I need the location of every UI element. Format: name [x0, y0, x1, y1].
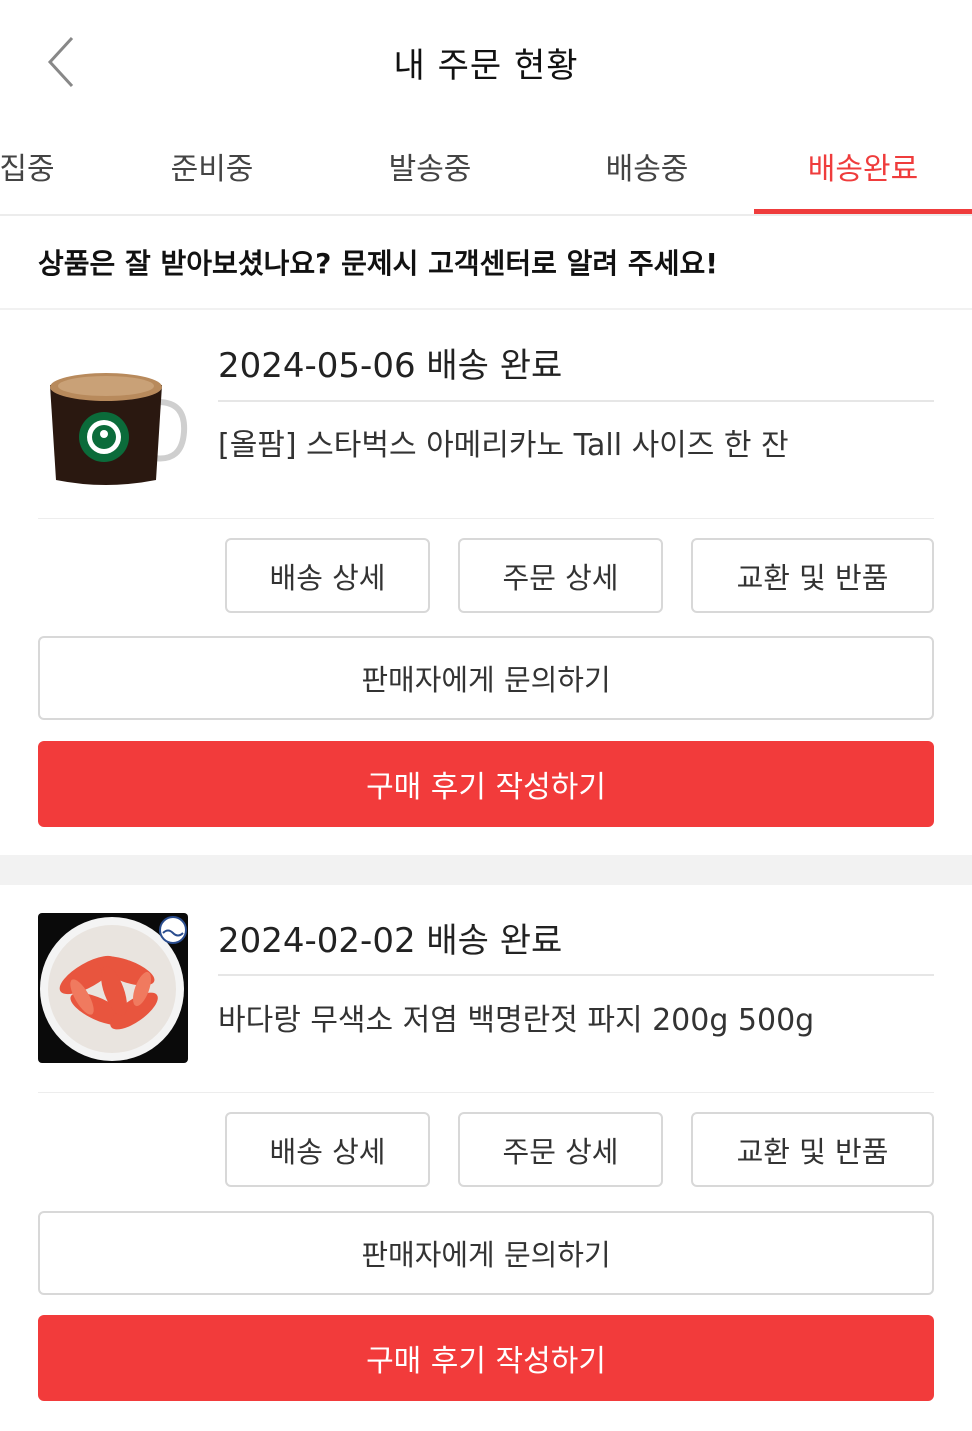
delivery-notice: 상품은 잘 받아보셨나요? 문제시 고객센터로 알려 주세요! — [0, 216, 972, 310]
contact-seller-button[interactable]: 판매자에게 문의하기 — [38, 1211, 934, 1295]
status-tabs: 집중 준비중 발송중 배송중 배송완료 — [0, 118, 972, 216]
divider — [218, 400, 934, 402]
section-separator — [0, 855, 972, 885]
page-title: 내 주문 현황 — [393, 46, 579, 86]
order-date-status: 2024-05-06 배송 완료 — [218, 346, 563, 386]
tab-dispatching[interactable]: 발송중 — [368, 118, 492, 214]
write-review-button[interactable]: 구매 후기 작성하기 — [38, 741, 934, 827]
order-detail-button[interactable]: 주문 상세 — [458, 538, 663, 613]
active-tab-indicator — [754, 209, 972, 214]
order-card: 2024-02-02 배송 완료 바다랑 무색소 저염 백명란젓 파지 200g… — [0, 885, 972, 1431]
pollock-roe-thumbnail[interactable] — [38, 913, 188, 1063]
divider — [218, 974, 934, 976]
product-name[interactable]: 바다랑 무색소 저염 백명란젓 파지 200g 500g — [218, 995, 814, 1039]
tab-delivered[interactable]: 배송완료 — [754, 118, 972, 214]
delivery-detail-button[interactable]: 배송 상세 — [225, 1112, 430, 1187]
tab-collecting[interactable]: 집중 — [0, 118, 72, 214]
order-date-status: 2024-02-02 배송 완료 — [218, 921, 563, 961]
product-name[interactable]: [올팜] 스타벅스 아메리카노 Tall 사이즈 한 잔 — [218, 420, 789, 464]
delivery-detail-button[interactable]: 배송 상세 — [225, 538, 430, 613]
coffee-mug-thumbnail[interactable] — [38, 340, 188, 490]
tab-preparing[interactable]: 준비중 — [150, 118, 274, 214]
exchange-return-button[interactable]: 교환 및 반품 — [691, 538, 934, 613]
order-card: 2024-05-06 배송 완료 [올팜] 스타벅스 아메리카노 Tall 사이… — [0, 310, 972, 855]
exchange-return-button[interactable]: 교환 및 반품 — [691, 1112, 934, 1187]
divider — [38, 1092, 934, 1093]
order-detail-button[interactable]: 주문 상세 — [458, 1112, 663, 1187]
divider — [38, 518, 934, 519]
header: 내 주문 현황 — [0, 0, 972, 118]
write-review-button[interactable]: 구매 후기 작성하기 — [38, 1315, 934, 1401]
contact-seller-button[interactable]: 판매자에게 문의하기 — [38, 636, 934, 720]
tab-shipping[interactable]: 배송중 — [585, 118, 709, 214]
